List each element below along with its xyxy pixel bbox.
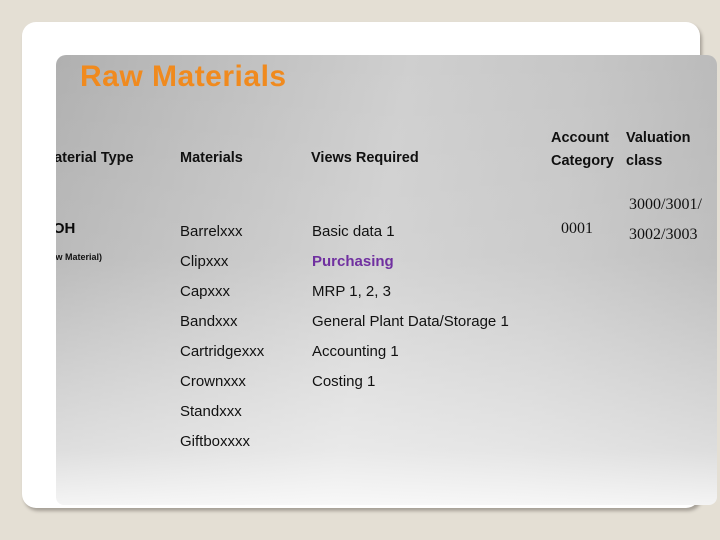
list-item: Bandxxx [180,313,238,330]
content-panel: Raw Materials Material Type Materials Vi… [56,55,717,505]
list-item: Standxxx [180,403,242,420]
list-item: Accounting 1 [312,343,399,360]
list-item: Cartridgexxx [180,343,265,360]
column-header-valuation-class: Valuation class [626,127,717,173]
valuation-class-value-line1: 3000/3001/ [629,196,702,213]
slide-canvas: Raw Materials Material Type Materials Vi… [0,0,720,540]
views-required-list: Basic data 1 Purchasing MRP 1, 2, 3 Gene… [312,217,509,397]
account-category-value: 0001 [561,220,593,237]
list-item: Basic data 1 [312,223,395,240]
list-item: Clipxxx [180,253,229,270]
column-header-material-type: Material Type [56,150,134,166]
column-header-materials: Materials [180,150,243,166]
list-item: Capxxx [180,283,231,300]
column-header-views-required: Views Required [311,150,419,166]
list-item: Crownxxx [180,373,246,390]
page-title: Raw Materials [80,60,287,93]
material-type-description: (Raw Material) [56,252,103,262]
list-item: Giftboxxxx [180,433,251,450]
list-item: Barrelxxx [180,223,243,240]
list-item: MRP 1, 2, 3 [312,283,391,300]
list-item-highlighted: Purchasing [312,253,394,270]
list-item: Costing 1 [312,373,376,390]
slide-card-frame: Raw Materials Material Type Materials Vi… [22,22,717,508]
valuation-class-value: 3000/3001/ 3002/3003 [629,190,717,250]
list-item: General Plant Data/Storage 1 [312,313,509,330]
valuation-class-value-line2: 3002/3003 [629,226,698,243]
column-header-valuation-class-line1: Valuation [626,130,691,146]
materials-list: Barrelxxx Clipxxx Capxxx Bandxxx Cartrid… [180,217,264,457]
material-type-code: ROH [56,220,76,237]
column-header-valuation-class-line2: class [626,153,663,169]
